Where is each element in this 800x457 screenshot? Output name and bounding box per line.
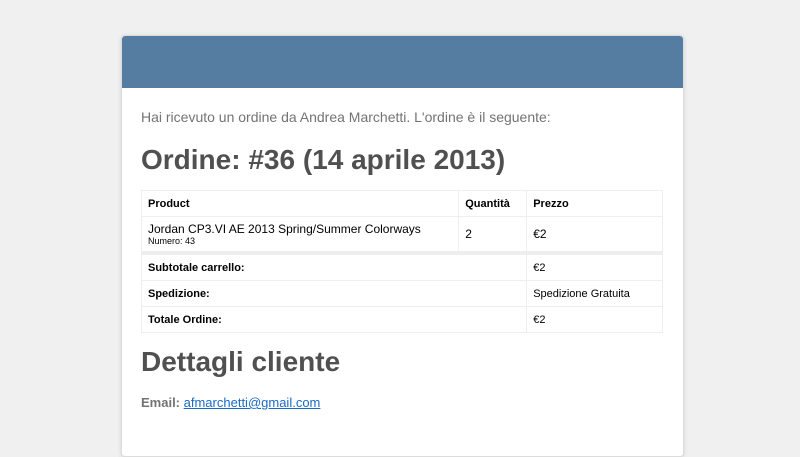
item-product-cell: Jordan CP3.VI AE 2013 Spring/Summer Colo… [140,216,460,254]
item-quantity: 2 [458,216,528,254]
shipping-row: Spedizione: Spedizione Gratuita [140,280,663,307]
total-row: Totale Ordine: €2 [140,306,663,333]
order-table-header-row: Product Quantità Prezzo [140,190,663,217]
shipping-label: Spedizione: [140,280,528,307]
item-price: €2 [526,216,663,254]
table-row: Jordan CP3.VI AE 2013 Spring/Summer Colo… [140,216,663,254]
email-label: Email: [141,395,181,410]
order-heading: Ordine: #36 (14 aprile 2013) [141,144,506,175]
column-header-price: Prezzo [526,190,663,217]
subtotal-label: Subtotale carrello: [140,251,528,281]
intro-text: Hai ricevuto un ordine da Andrea Marchet… [141,109,551,125]
column-header-quantity: Quantità [458,190,528,217]
subtotal-row: Subtotale carrello: €2 [140,251,663,281]
customer-email-link[interactable]: afmarchetti@gmail.com [184,395,321,410]
total-label: Totale Ordine: [140,306,528,333]
customer-email-line: Email: afmarchetti@gmail.com [141,395,664,411]
subtotal-value: €2 [526,251,663,281]
email-container: Hai ricevuto un ordine da Andrea Marchet… [121,35,684,457]
customer-details-heading: Dettagli cliente [141,346,341,377]
total-value: €2 [526,306,663,333]
email-body: Hai ricevuto un ordine da Andrea Marchet… [122,88,683,411]
column-header-product: Product [140,190,460,217]
order-table: Product Quantità Prezzo Jordan CP3.VI AE… [140,190,663,333]
email-header-banner [122,36,683,88]
shipping-value: Spedizione Gratuita [526,280,663,307]
item-meta: Numero: 43 [148,235,196,246]
item-name: Jordan CP3.VI AE 2013 Spring/Summer Colo… [148,221,421,236]
